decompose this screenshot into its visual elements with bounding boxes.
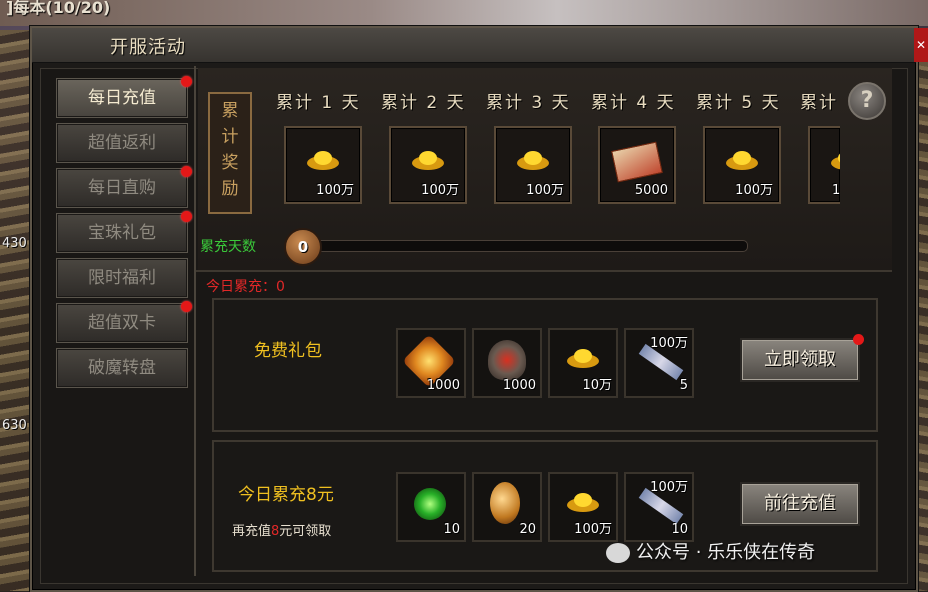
item-top-qty: 100万	[650, 336, 688, 351]
notification-dot	[853, 334, 864, 345]
top-strip-text: ]每本(10/20)	[6, 0, 111, 17]
item-qty: 20	[519, 522, 536, 537]
cumulative-reward-ribbon: 累计奖励	[208, 92, 252, 214]
button-label: 前往充值	[764, 493, 836, 514]
item-qty: 5	[679, 378, 688, 393]
reward-slot-day5[interactable]: 100万	[703, 126, 781, 204]
gold-ingot-icon	[831, 153, 840, 170]
progress-value: 0	[284, 228, 322, 266]
day-label-5: 累计 5 天	[696, 93, 781, 113]
card-subtitle: 再充值8元可领取	[232, 520, 331, 539]
reward-slot-day3[interactable]: 100万	[494, 126, 572, 204]
item-slot[interactable]: 1000	[472, 328, 542, 398]
day-label-1: 累计 1 天	[276, 93, 361, 113]
item-qty: 100万	[574, 522, 612, 537]
go-recharge-button[interactable]: 前往充值	[740, 482, 860, 526]
card-title: 今日累充8元	[238, 485, 334, 505]
gold-ingot-icon	[567, 349, 599, 368]
green-orb-icon	[414, 488, 446, 520]
gold-ingot-icon	[567, 493, 599, 512]
side-number: 430	[2, 236, 27, 251]
tab-label: 每日直购	[88, 178, 156, 198]
ribbon-text: 累计奖励	[221, 101, 239, 199]
tab-label: 超值双卡	[88, 313, 156, 333]
day-label-6: 累计	[800, 93, 838, 113]
today-recharge-text: 今日累充：0	[206, 279, 285, 295]
item-slot[interactable]: 1000	[396, 328, 466, 398]
item-qty: 10万	[582, 378, 612, 393]
divider	[194, 66, 196, 576]
tab-orb-pack[interactable]: 宝珠礼包	[56, 211, 192, 253]
game-top-strip: ]每本(10/20)	[0, 0, 928, 26]
day-label-2: 累计 2 天	[381, 93, 466, 113]
item-top-qty: 100万	[650, 480, 688, 495]
item-slot[interactable]: 100万 5	[624, 328, 694, 398]
tab-value-rebate[interactable]: 超值返利	[56, 123, 188, 163]
notification-dot	[181, 211, 192, 222]
watermark: 公众号 · 乐乐侠在传奇	[606, 538, 815, 564]
notification-dot	[181, 301, 192, 312]
divider	[196, 270, 892, 272]
tab-limited-welfare[interactable]: 限时福利	[56, 258, 188, 298]
help-icon[interactable]: ?	[848, 82, 886, 120]
gold-ingot-icon	[412, 151, 444, 170]
reward-slot-day2[interactable]: 100万	[389, 126, 467, 204]
item-qty: 10	[671, 522, 688, 537]
card-title: 免费礼包	[254, 341, 322, 361]
ticket-icon	[611, 141, 663, 183]
item-slot[interactable]: 100万 10	[624, 472, 694, 542]
watermark-text: 公众号 · 乐乐侠在传奇	[636, 542, 816, 563]
reward-qty: 100万	[735, 183, 773, 198]
progress-label: 累充天数	[200, 239, 256, 255]
moon-gem-icon	[490, 482, 520, 524]
notification-dot	[181, 166, 192, 177]
tab-label: 破魔转盘	[88, 358, 156, 378]
tab-label: 限时福利	[88, 268, 156, 288]
progress-bar	[300, 240, 748, 252]
notification-dot	[181, 76, 192, 87]
reward-qty: 100万	[526, 183, 564, 198]
reward-slot-day4[interactable]: 5000	[598, 126, 676, 204]
item-qty: 1000	[426, 378, 460, 393]
item-slot[interactable]: 100万	[548, 472, 618, 542]
item-qty: 10	[443, 522, 460, 537]
activity-tabs: 每日充值 超值返利 每日直购 宝珠礼包 限时福利 超值双卡 破魔转盘	[56, 76, 192, 393]
button-label: 立即领取	[764, 349, 836, 370]
gold-ingot-icon	[307, 151, 339, 170]
tab-demon-wheel[interactable]: 破魔转盘	[56, 348, 188, 388]
close-icon[interactable]: ✕	[914, 28, 928, 62]
wechat-icon	[606, 543, 630, 563]
gold-ingot-icon	[517, 151, 549, 170]
window-title: 开服活动	[110, 37, 186, 58]
gold-ingot-icon	[726, 151, 758, 170]
tab-label: 宝珠礼包	[88, 223, 156, 243]
sub-text: 再充值	[232, 524, 272, 539]
reward-qty: 5000	[634, 183, 668, 198]
item-slot[interactable]: 20	[472, 472, 542, 542]
reward-slot-day6[interactable]: 1	[808, 126, 840, 204]
shield-icon	[488, 340, 526, 380]
tab-daily-purchase[interactable]: 每日直购	[56, 166, 192, 208]
claim-now-button[interactable]: 立即领取	[740, 334, 864, 382]
side-number: 630	[2, 418, 27, 433]
window-titlebar: 开服活动 ✕	[32, 28, 928, 63]
tab-double-card[interactable]: 超值双卡	[56, 301, 192, 343]
item-slot[interactable]: 10万	[548, 328, 618, 398]
reward-slot-day1[interactable]: 100万	[284, 126, 362, 204]
sub-text: 元可领取	[279, 524, 332, 539]
reward-qty: 100万	[316, 183, 354, 198]
tab-label: 每日充值	[88, 88, 156, 108]
tab-label: 超值返利	[88, 133, 156, 153]
day-label-4: 累计 4 天	[591, 93, 676, 113]
item-qty: 1000	[502, 378, 536, 393]
day-label-3: 累计 3 天	[486, 93, 571, 113]
tab-daily-recharge[interactable]: 每日充值	[56, 76, 192, 118]
reward-qty: 1	[832, 183, 840, 198]
reward-qty: 100万	[421, 183, 459, 198]
item-slot[interactable]: 10	[396, 472, 466, 542]
